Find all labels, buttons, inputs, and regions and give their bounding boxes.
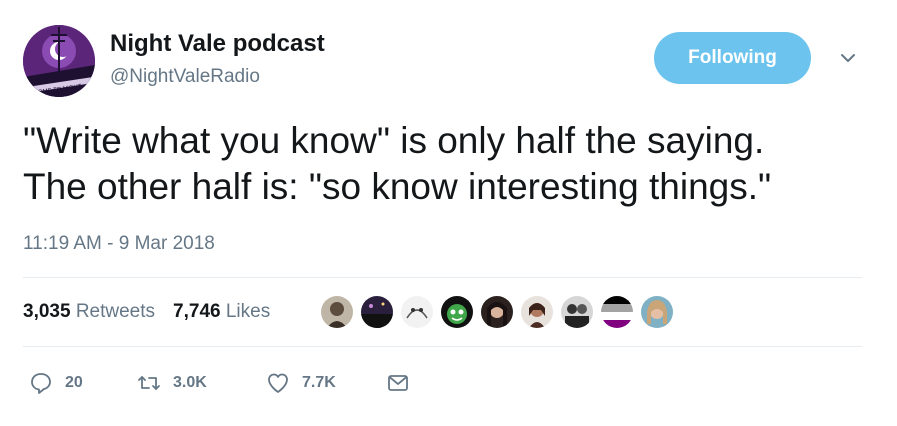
avatar-image: COME TO NIGHT: [23, 25, 95, 97]
liker-avatar[interactable]: [639, 294, 675, 330]
avatar-blonde-icon: [641, 296, 673, 328]
liker-avatar[interactable]: [439, 294, 475, 330]
like-count: 7.7K: [302, 374, 336, 391]
liker-avatar[interactable]: [479, 294, 515, 330]
following-button[interactable]: Following: [654, 32, 811, 84]
likes-stat[interactable]: 7,746 Likes: [173, 301, 270, 323]
liker-avatar[interactable]: [399, 294, 435, 330]
retweet-button[interactable]: 3.0K: [137, 371, 207, 395]
author-name[interactable]: Night Vale podcast: [110, 30, 325, 58]
reply-icon: [31, 373, 51, 394]
envelope-icon: [388, 375, 408, 391]
more-options-button[interactable]: [838, 48, 858, 68]
divider: [23, 346, 862, 347]
avatar-ace-flag-icon: [601, 296, 633, 328]
liker-avatar[interactable]: [359, 294, 395, 330]
liker-avatar[interactable]: [519, 294, 555, 330]
reply-count: 20: [65, 374, 83, 391]
retweet-icon: [138, 376, 160, 390]
tweet-actions: 20 3.0K 7.7K: [23, 371, 423, 401]
avatar-bearded-man-icon: [321, 296, 353, 328]
author-handle[interactable]: @NightValeRadio: [110, 66, 260, 88]
avatar-dark-hair-icon: [481, 296, 513, 328]
reply-button[interactable]: 20: [29, 371, 83, 395]
retweets-stat[interactable]: 3,035 Retweets: [23, 301, 155, 323]
liker-avatar[interactable]: [599, 294, 635, 330]
avatar-group-icon: [561, 296, 593, 328]
tweet-text: "Write what you know" is only half the s…: [23, 118, 873, 210]
tweet-text-line: The other half is: "so know interesting …: [23, 166, 772, 207]
likes-count: 7,746: [173, 301, 221, 322]
avatar-sketch-icon: [401, 296, 433, 328]
liker-avatar[interactable]: [559, 294, 595, 330]
retweets-label: Retweets: [75, 301, 156, 322]
divider: [23, 277, 862, 278]
tweet-text-line: "Write what you know" is only half the s…: [23, 120, 765, 161]
liker-avatar[interactable]: [319, 294, 355, 330]
author-avatar[interactable]: COME TO NIGHT: [23, 25, 95, 97]
avatar-night-sky-icon: [361, 296, 393, 328]
avatar-cartoon-green-icon: [441, 296, 473, 328]
avatar-portrait-icon: [521, 296, 553, 328]
tweet-timestamp[interactable]: 11:19 AM - 9 Mar 2018: [23, 233, 215, 255]
retweet-count: 3.0K: [173, 374, 207, 391]
like-button[interactable]: 7.7K: [266, 371, 336, 395]
chevron-down-icon: [841, 54, 855, 62]
heart-icon: [268, 373, 288, 393]
engagement-stats: 3,035 Retweets 7,746 Likes: [23, 301, 288, 323]
likes-label: Likes: [225, 301, 271, 322]
retweets-count: 3,035: [23, 301, 71, 322]
direct-message-button[interactable]: [386, 371, 410, 395]
